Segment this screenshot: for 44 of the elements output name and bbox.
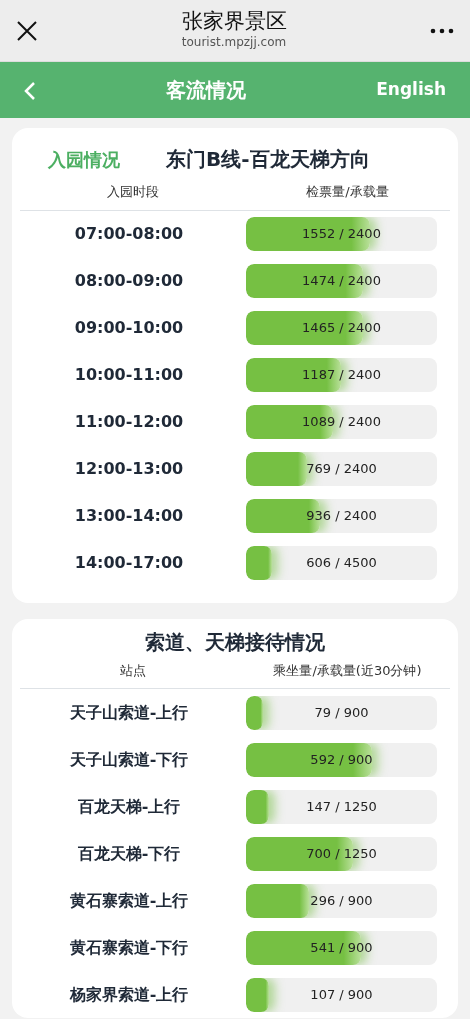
capacity-reading: 606 / 4500 <box>306 555 377 570</box>
row-label: 黄石寨索道-下行 <box>69 937 189 957</box>
row-label: 天子山索道-下行 <box>69 749 189 769</box>
capacity-reading: 700 / 1250 <box>306 845 377 861</box>
row-label: 13:00-14:00 <box>74 506 184 525</box>
section-title: 索道、天梯接待情况 <box>145 629 325 654</box>
column-header: 检票量/承载量 <box>306 184 389 199</box>
back-icon <box>24 80 36 101</box>
row-label: 11:00-12:00 <box>74 412 184 431</box>
row-label: 09:00-10:00 <box>74 318 184 337</box>
capacity-reading: 936 / 2400 <box>306 508 377 523</box>
capacity-reading: 1187 / 2400 <box>302 367 381 382</box>
page-url: tourist.mpzjj.com <box>180 34 288 52</box>
row-label: 12:00-13:00 <box>74 459 184 478</box>
capacity-reading: 107 / 900 <box>310 986 373 1002</box>
section-title: 东门B线-百龙天梯方向 <box>166 146 370 173</box>
row-label: 百龙天梯-下行 <box>77 843 181 863</box>
capacity-reading: 1474 / 2400 <box>302 273 381 288</box>
capacity-reading: 296 / 900 <box>310 892 373 908</box>
column-header: 乘坐量/承载量(近30分钟) <box>273 662 422 678</box>
close-icon <box>16 20 38 42</box>
capacity-reading: 541 / 900 <box>310 939 373 955</box>
row-label: 天子山索道-上行 <box>69 702 189 722</box>
capacity-reading: 79 / 900 <box>314 704 369 720</box>
row-label: 10:00-11:00 <box>74 365 184 384</box>
column-header: 站点 <box>119 662 146 678</box>
row-label: 杨家界索道-上行 <box>69 984 189 1004</box>
row-label: 14:00-17:00 <box>74 553 184 572</box>
header-title: 客流情况 <box>166 78 247 102</box>
close-button[interactable] <box>16 18 38 43</box>
row-label: 07:00-08:00 <box>74 224 184 243</box>
capacity-reading: 1552 / 2400 <box>302 226 381 241</box>
column-header: 入园时段 <box>106 184 159 199</box>
more-icon <box>430 28 454 34</box>
capacity-reading: 147 / 1250 <box>306 798 377 814</box>
page-title: 张家界景区 <box>180 9 288 34</box>
capacity-reading: 1465 / 2400 <box>302 320 381 335</box>
section-tag: 入园情况 <box>48 145 120 173</box>
row-label: 百龙天梯-上行 <box>77 796 181 816</box>
row-label: 黄石寨索道-上行 <box>69 890 189 910</box>
language-button[interactable]: English <box>376 77 446 103</box>
capacity-reading: 592 / 900 <box>310 751 373 767</box>
capacity-reading: 769 / 2400 <box>306 461 377 476</box>
row-label: 08:00-09:00 <box>74 271 184 290</box>
